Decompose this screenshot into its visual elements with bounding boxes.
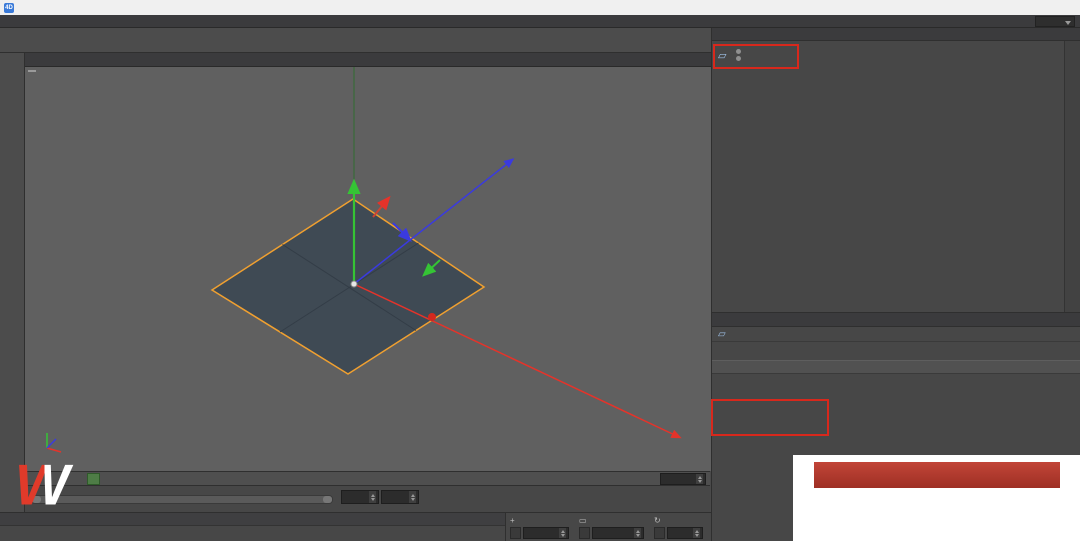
object-manager-menu <box>712 28 1080 41</box>
object-origin-handle[interactable] <box>351 281 357 287</box>
rotation-h-field[interactable] <box>667 527 703 539</box>
plane-object-icon: ▱ <box>718 49 726 62</box>
plane-object[interactable] <box>212 199 484 374</box>
rotation-icon: ↻ <box>654 516 661 525</box>
object-manager: ▱ <box>712 41 1080 312</box>
attribute-menu-icons <box>1076 313 1080 326</box>
rotation-axis-chip <box>654 527 665 539</box>
current-frame-field[interactable] <box>660 473 706 485</box>
plane-object-icon: ▱ <box>718 329 726 340</box>
preview-range-slider[interactable] <box>31 495 333 504</box>
mode-toolbar <box>0 53 25 512</box>
visibility-toggles[interactable] <box>736 49 741 61</box>
x-axis-grab-dot[interactable] <box>428 313 436 321</box>
render-visibility-dot <box>736 56 741 61</box>
viewport <box>25 53 711 471</box>
gizmo-x-arrow-icon[interactable] <box>373 199 388 217</box>
stepper-icon[interactable] <box>559 528 566 538</box>
interface-select[interactable] <box>1035 16 1075 27</box>
range-start-field[interactable] <box>341 490 379 504</box>
size-icon: ▭ <box>579 516 587 525</box>
x-axis-handle[interactable] <box>354 284 679 437</box>
transport-bar <box>25 485 710 512</box>
attribute-rows <box>712 374 1080 378</box>
app-icon: 4D <box>4 3 14 13</box>
menu-bar <box>0 15 1080 28</box>
attribute-title-row: ▱ <box>712 327 1080 342</box>
object-row[interactable]: ▱ <box>718 47 749 63</box>
stepper-icon[interactable] <box>693 528 700 538</box>
attribute-menu <box>712 313 1080 327</box>
attribute-section-header[interactable] <box>712 360 1080 374</box>
stepper-icon[interactable] <box>696 474 703 484</box>
timeline-ticks <box>87 472 652 485</box>
ad-overlay <box>793 455 1080 541</box>
range-end-field[interactable] <box>381 490 419 504</box>
editor-visibility-dot <box>736 49 741 54</box>
world-axes-indicator <box>47 433 61 452</box>
size-x-field[interactable] <box>592 527 644 539</box>
ad-brand-banner <box>814 462 1060 488</box>
stepper-icon[interactable] <box>369 491 376 503</box>
title-bar: 4D <box>0 0 1080 15</box>
position-icon: + <box>510 516 515 525</box>
viewport-canvas[interactable] <box>25 67 711 471</box>
stepper-icon[interactable] <box>409 491 416 503</box>
size-axis-chip <box>579 527 590 539</box>
cinema4d-window: 4D <box>0 0 1080 541</box>
material-menu <box>0 513 505 526</box>
material-manager <box>0 512 505 541</box>
scene-3d[interactable] <box>25 67 711 471</box>
stepper-icon[interactable] <box>634 528 641 538</box>
position-axis-chip <box>510 527 521 539</box>
viewport-menu <box>25 53 711 67</box>
view-label <box>28 70 36 72</box>
palette-dock <box>1064 41 1080 312</box>
attribute-tabs <box>712 342 1080 360</box>
position-x-field[interactable] <box>523 527 569 539</box>
timeline-ruler[interactable] <box>25 471 710 485</box>
